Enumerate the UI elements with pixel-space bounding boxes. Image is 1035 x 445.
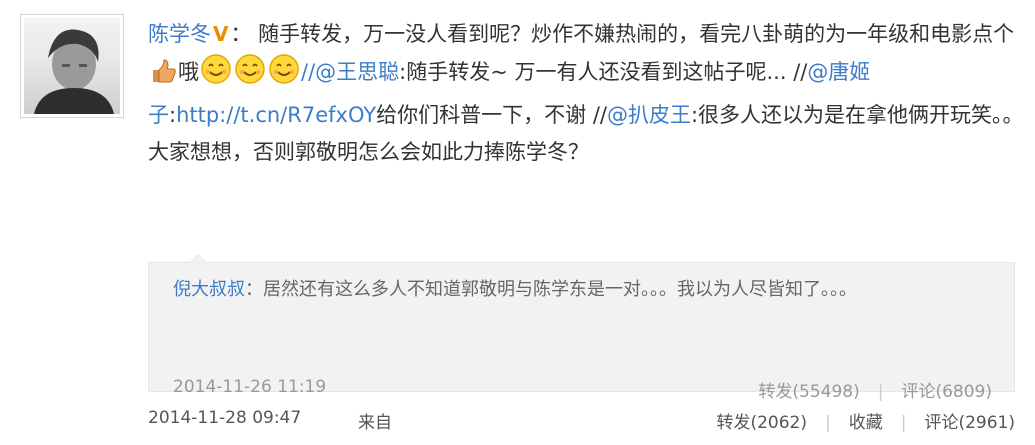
repost-author-name[interactable]: 倪大叔叔	[173, 279, 245, 300]
repost-timestamp[interactable]: 2014-11-26 11:19	[173, 377, 326, 397]
reposted-message: 倪大叔叔：居然还有这么多人不知道郭敬明与陈学东是一对。。。我以为人尽皆知了。。。…	[148, 254, 1015, 402]
repost-text: ：居然还有这么多人不知道郭敬明与陈学东是一对。。。我以为人尽皆知了。。。	[245, 279, 857, 300]
post-actions: 转发(2062) | 收藏 | 评论(2961)	[716, 408, 1015, 433]
source-label: 来自	[358, 413, 392, 433]
post-text: ： 随手转发，万一没人看到呢？炒作不嫌热闹的，看完八卦萌的为一年级和电影点个	[230, 22, 1015, 46]
mention-link[interactable]: @王思聪	[315, 60, 399, 84]
post-text: //	[301, 60, 316, 84]
favorite-button[interactable]: 收藏	[849, 413, 883, 433]
avatar[interactable]	[20, 14, 124, 118]
repost-comment-button[interactable]: 评论(6809)	[901, 382, 992, 402]
post-text: 哦	[178, 60, 199, 84]
repost-actions: 转发(55498) | 评论(6809)	[758, 377, 992, 402]
verified-badge-icon[interactable]: V	[213, 22, 228, 46]
weibo-post: 陈学冬 V： 随手转发，万一没人看到呢？炒作不嫌热闹的，看完八卦萌的为一年级和电影…	[0, 0, 1035, 445]
post-timestamp[interactable]: 2014-11-28 09:47	[148, 408, 301, 428]
separator: |	[825, 413, 831, 433]
separator: |	[900, 413, 907, 433]
author-name[interactable]: 陈学冬	[148, 22, 211, 46]
smile-face-icon	[268, 53, 300, 97]
repost-content: 倪大叔叔：居然还有这么多人不知道郭敬明与陈学东是一对。。。我以为人尽皆知了。。。	[173, 273, 993, 307]
repost-arrow	[189, 254, 207, 263]
post-text: :随手转发~ 万一有人还没看到这帖子呢... //	[399, 60, 808, 84]
mention-link[interactable]: @扒皮王	[607, 103, 691, 127]
short-url-link[interactable]: http://t.cn/R7efxOY	[176, 103, 376, 127]
comment-button[interactable]: 评论(2961)	[924, 413, 1015, 433]
repost-forward-button[interactable]: 转发(55498)	[758, 382, 859, 402]
smile-face-icon	[234, 53, 266, 97]
post-text: 给你们科普一下，不谢 //	[376, 103, 607, 127]
forward-button[interactable]: 转发(2062)	[716, 413, 807, 433]
thumbs-up-icon	[149, 57, 177, 97]
avatar-image	[24, 18, 120, 114]
smile-face-icon	[200, 53, 232, 97]
separator: |	[877, 382, 884, 402]
post-content: 陈学冬 V： 随手转发，万一没人看到呢？炒作不嫌热闹的，看完八卦萌的为一年级和电影…	[148, 16, 1028, 171]
